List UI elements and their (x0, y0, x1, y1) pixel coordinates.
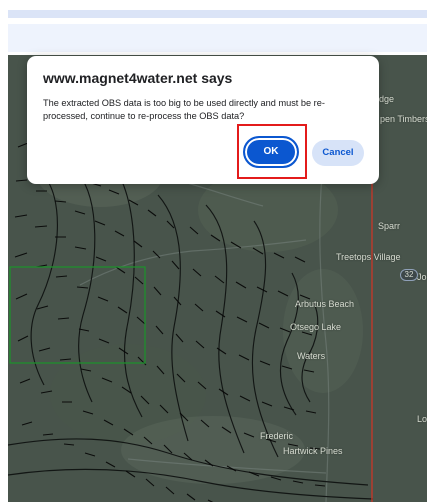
alert-dialog: www.magnet4water.net says The extracted … (27, 56, 379, 184)
map-label-jo: Jo (417, 272, 427, 282)
dialog-message: The extracted OBS data is too big to be … (43, 97, 325, 122)
map-label-lo: Lo (417, 414, 427, 424)
map-label-waters: Waters (297, 351, 326, 361)
map-label-pen-timbers: pen Timbers (380, 114, 427, 124)
map-label-otsego-lake: Otsego Lake (290, 322, 342, 332)
map-label-treetops-village: Treetops Village (336, 252, 401, 262)
terrain-patch (121, 416, 305, 484)
dialog-title: www.magnet4water.net says (43, 70, 233, 86)
route-32-badge: 32 (400, 269, 418, 281)
cancel-button[interactable]: Cancel (312, 140, 364, 166)
map-label-arbutus-beach: Arbutus Beach (295, 299, 355, 309)
toolbar-strip (8, 24, 427, 52)
map-label-frederic: Frederic (260, 431, 294, 441)
map-label-sparr: Sparr (378, 221, 401, 231)
screen: edge pen Timbers Sparr Treetops Village … (0, 0, 427, 502)
map-label-hartwick-pines: Hartwick Pines (283, 446, 343, 456)
ok-button[interactable]: OK (243, 136, 299, 168)
top-strip (8, 10, 427, 18)
